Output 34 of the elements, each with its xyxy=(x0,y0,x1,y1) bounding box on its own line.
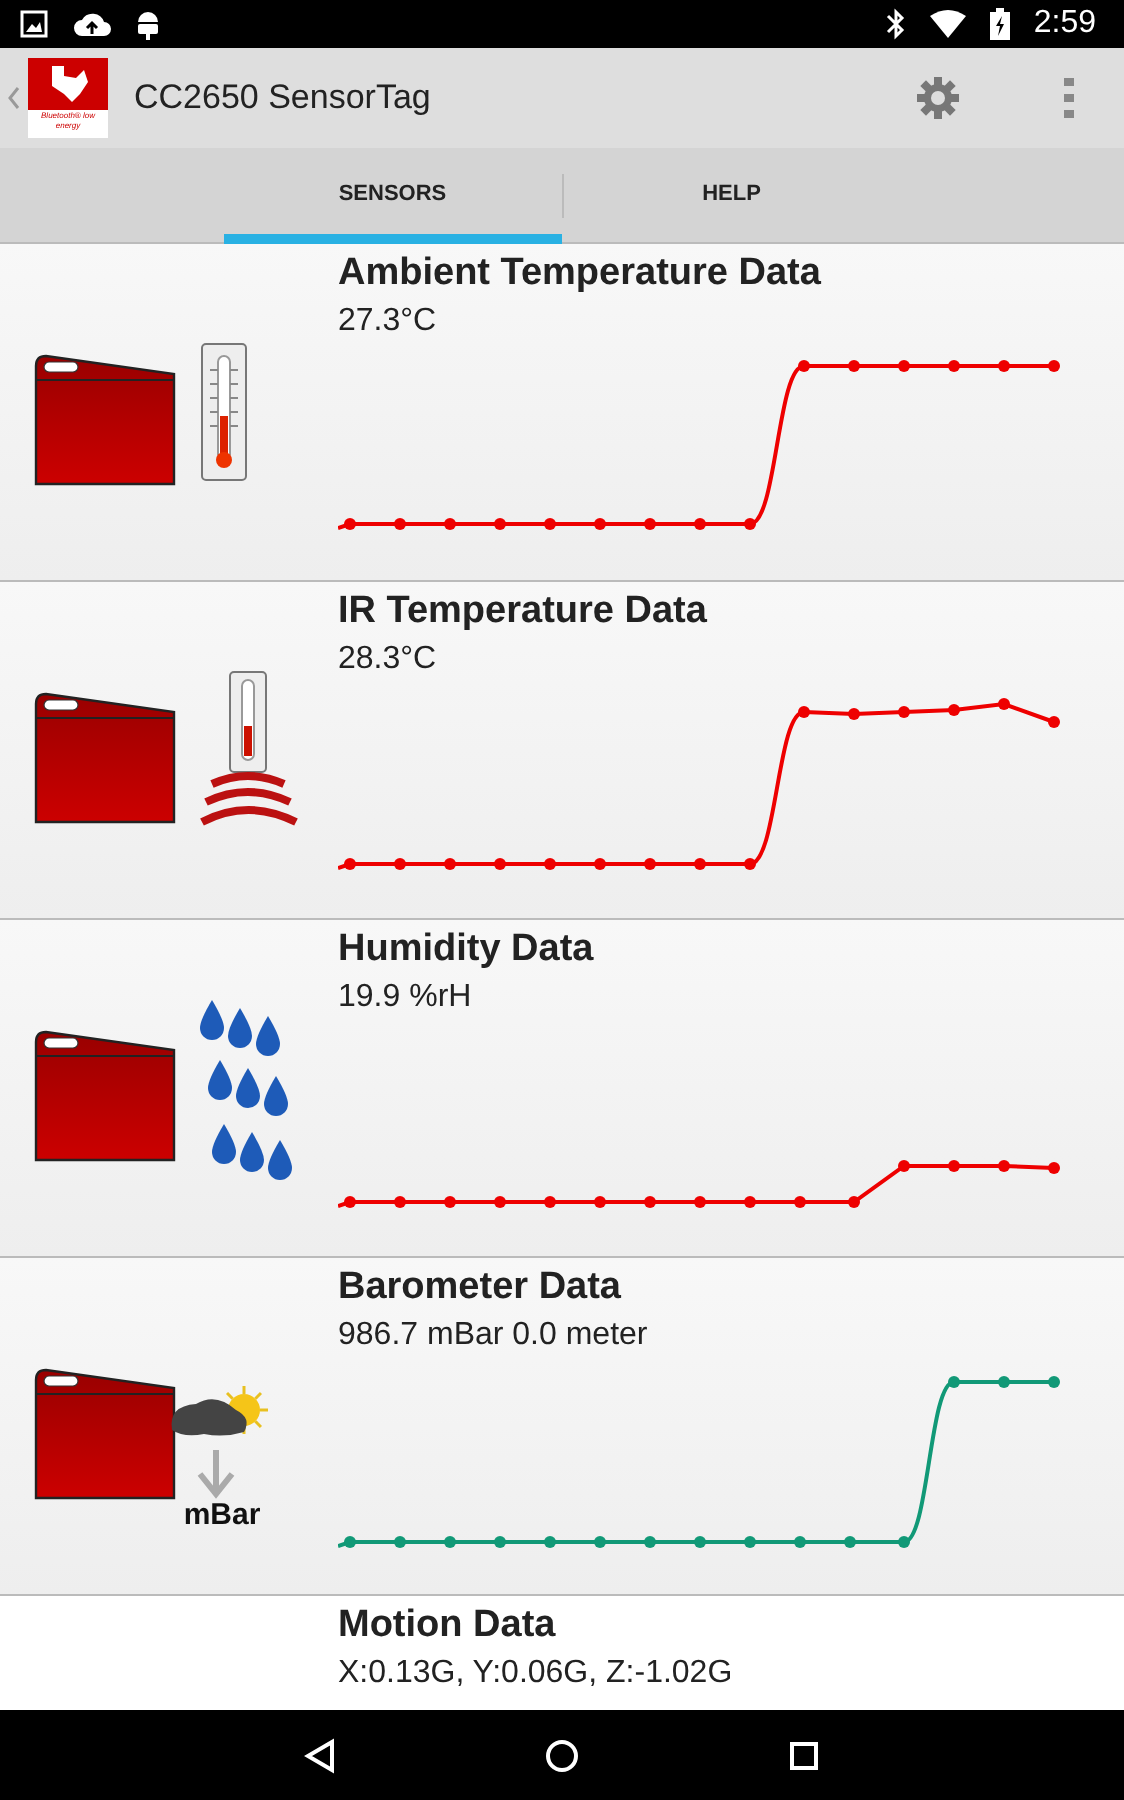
home-icon[interactable] xyxy=(544,1737,580,1773)
sensor-device-icon xyxy=(34,354,178,486)
app-title: CC2650 SensorTag xyxy=(134,78,431,118)
sensor-title: IR Temperature Data xyxy=(338,590,709,634)
clock-time: 2:59 xyxy=(1033,6,1096,42)
wifi-icon xyxy=(929,10,966,38)
thermometer-icon xyxy=(200,342,248,482)
sensor-value: 19.9 %rH xyxy=(338,980,474,1016)
settings-icon[interactable] xyxy=(916,76,960,120)
back-icon[interactable] xyxy=(304,1737,336,1773)
sensor-card[interactable]: Humidity Data 19.9 %rH xyxy=(0,920,1124,1258)
sensor-title: Barometer Data xyxy=(338,1266,623,1310)
sensor-value: X:0.13G, Y:0.06G, Z:-1.02G xyxy=(338,1656,733,1692)
battery-icon xyxy=(989,8,1010,40)
sensor-card[interactable]: IR Temperature Data 28.3°C xyxy=(0,582,1124,920)
sensor-device-icon xyxy=(34,692,178,824)
sensor-title: Motion Data xyxy=(338,1604,558,1648)
thermometer-waves-icon xyxy=(200,670,300,830)
sensor-card[interactable]: mBar Barometer Data 986.7 mBar 0.0 meter xyxy=(0,1258,1124,1596)
sensor-card[interactable]: Ambient Temperature Data 27.3°C xyxy=(0,244,1124,582)
bluetooth-icon xyxy=(885,8,906,40)
sensor-device-icon xyxy=(34,1368,178,1500)
sensor-device-icon xyxy=(34,1030,178,1162)
sensor-value: 986.7 mBar 0.0 meter xyxy=(338,1318,650,1354)
sensor-value: 27.3°C xyxy=(338,304,439,340)
image-icon xyxy=(20,10,48,38)
recents-icon[interactable] xyxy=(788,1739,820,1771)
sensor-title: Humidity Data xyxy=(338,928,596,972)
unit-label: mBar xyxy=(183,1497,261,1531)
tab[interactable]: HELP xyxy=(563,147,900,243)
cloud-upload-icon xyxy=(72,10,112,38)
sensor-value: 28.3°C xyxy=(338,642,439,678)
menu-icon[interactable] xyxy=(1064,78,1076,118)
sensor-title: Ambient Temperature Data xyxy=(338,252,823,296)
